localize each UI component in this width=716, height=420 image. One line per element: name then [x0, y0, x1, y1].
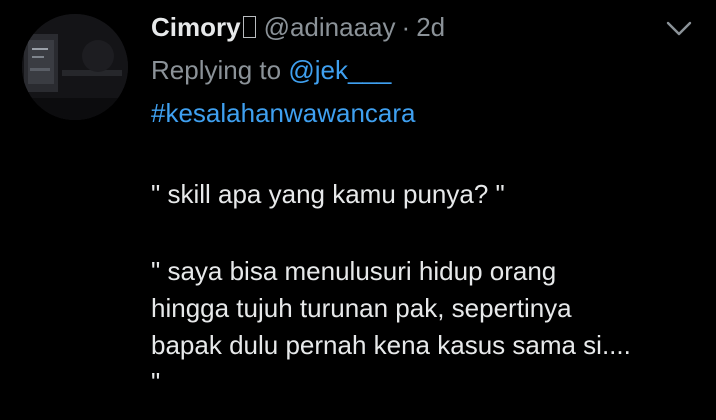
separator-dot: · — [401, 12, 411, 42]
tweet-text-line: " saya bisa menulusuri hidup orang — [151, 256, 557, 286]
profile-photo-dark — [22, 14, 128, 120]
avatar[interactable] — [22, 14, 128, 120]
tweet-text-question: " skill apa yang kamu punya? " — [151, 179, 505, 209]
display-name[interactable]: Cimory — [151, 10, 241, 44]
missing-glyph-icon — [242, 16, 256, 38]
timestamp[interactable]: 2d — [416, 10, 445, 44]
chevron-down-icon[interactable] — [662, 16, 696, 40]
user-handle[interactable]: @adinaaay — [264, 10, 396, 44]
hashtag-link[interactable]: #kesalahanwawancara — [151, 97, 416, 130]
reply-user-link[interactable]: @jek___ — [288, 55, 391, 85]
tweet-header: Cimory @adinaaay · 2d — [151, 10, 445, 44]
tweet-text-line: bapak dulu pernah kena kasus sama si.... — [151, 330, 631, 360]
replying-to-label: Replying to — [151, 55, 289, 85]
tweet-card[interactable]: Cimory @adinaaay · 2d Replying to @jek__… — [0, 0, 716, 420]
tweet-text-line: " — [151, 367, 161, 397]
tweet-text-line: hingga tujuh turunan pak, sepertinya — [151, 293, 572, 323]
replying-to: Replying to @jek___ — [151, 53, 391, 87]
